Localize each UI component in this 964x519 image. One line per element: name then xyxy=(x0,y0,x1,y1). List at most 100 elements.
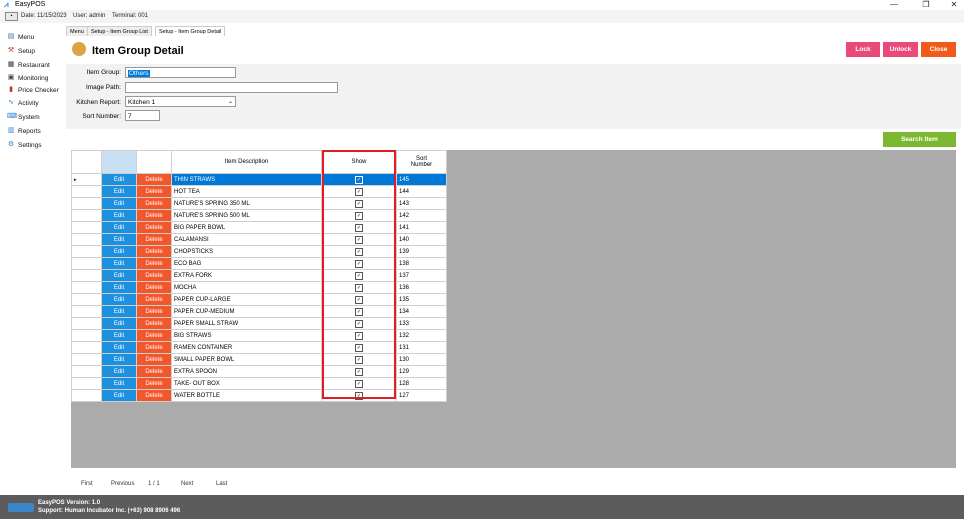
minimize-button[interactable]: — xyxy=(884,0,904,10)
sort-number-cell[interactable]: 128 xyxy=(396,377,447,390)
delete-button[interactable]: Delete xyxy=(136,377,172,390)
show-checkbox[interactable]: ✓ xyxy=(355,175,363,184)
table-row[interactable]: Edit Delete SMALL PAPER BOWL ✓ 130 xyxy=(71,353,447,366)
table-row[interactable]: Edit Delete BIG PAPER BOWL ✓ 141 xyxy=(71,221,447,234)
sort-number-cell[interactable]: 133 xyxy=(396,317,447,330)
table-row[interactable]: Edit Delete EXTRA FORK ✓ 137 xyxy=(71,269,447,282)
first-page-button[interactable]: First xyxy=(81,481,93,487)
item-description-cell[interactable]: THIN STRAWS xyxy=(171,173,322,186)
delete-button[interactable]: Delete xyxy=(136,293,172,306)
table-row[interactable]: Edit Delete NATURE'S SPRING 500 ML ✓ 142 xyxy=(71,209,447,222)
item-description-cell[interactable]: SMALL PAPER BOWL xyxy=(171,353,322,366)
edit-button[interactable]: Edit xyxy=(101,329,137,342)
delete-button[interactable]: Delete xyxy=(136,245,172,258)
sort-number-cell[interactable]: 138 xyxy=(396,257,447,270)
edit-button[interactable]: Edit xyxy=(101,281,137,294)
sidebar-item-menu[interactable]: ▤ Menu xyxy=(7,31,35,43)
show-checkbox[interactable]: ✓ xyxy=(355,295,363,304)
sort-number-cell[interactable]: 144 xyxy=(396,185,447,198)
item-description-cell[interactable]: WATER BOTTLE xyxy=(171,389,322,402)
item-description-cell[interactable]: MOCHA xyxy=(171,281,322,294)
edit-button[interactable]: Edit xyxy=(101,389,137,402)
edit-button[interactable]: Edit xyxy=(101,209,137,222)
sidebar-item-price-checker[interactable]: ▮ Price Checker xyxy=(7,84,59,96)
delete-button[interactable]: Delete xyxy=(136,353,172,366)
sort-number-cell[interactable]: 145 xyxy=(396,173,447,186)
table-row[interactable]: Edit Delete MOCHA ✓ 136 xyxy=(71,281,447,294)
sort-number-cell[interactable]: 132 xyxy=(396,329,447,342)
delete-button[interactable]: Delete xyxy=(136,221,172,234)
delete-button[interactable]: Delete xyxy=(136,281,172,294)
item-description-cell[interactable]: RAMEN CONTAINER xyxy=(171,341,322,354)
sort-number-cell[interactable]: 141 xyxy=(396,221,447,234)
show-checkbox[interactable]: ✓ xyxy=(355,331,363,340)
edit-button[interactable]: Edit xyxy=(101,233,137,246)
collapse-sidebar-button[interactable]: ▪ xyxy=(5,12,18,21)
sort-number-cell[interactable]: 127 xyxy=(396,389,447,402)
delete-button[interactable]: Delete xyxy=(136,197,172,210)
show-checkbox[interactable]: ✓ xyxy=(355,367,363,376)
delete-button[interactable]: Delete xyxy=(136,185,172,198)
sidebar-item-restaurant[interactable]: ▦ Restaurant xyxy=(7,59,50,71)
item-description-cell[interactable]: NATURE'S SPRING 500 ML xyxy=(171,209,322,222)
delete-button[interactable]: Delete xyxy=(136,329,172,342)
item-description-cell[interactable]: EXTRA FORK xyxy=(171,269,322,282)
sort-number-field[interactable]: 7 xyxy=(125,110,160,121)
window-close-button[interactable]: ✕ xyxy=(944,0,964,10)
edit-button[interactable]: Edit xyxy=(101,365,137,378)
item-description-cell[interactable]: CALAMANSI xyxy=(171,233,322,246)
sort-number-cell[interactable]: 135 xyxy=(396,293,447,306)
show-checkbox[interactable]: ✓ xyxy=(355,283,363,292)
table-row[interactable]: Edit Delete CHOPSTICKS ✓ 139 xyxy=(71,245,447,258)
table-row[interactable]: Edit Delete TAKE- OUT BOX ✓ 128 xyxy=(71,377,447,390)
edit-button[interactable]: Edit xyxy=(101,353,137,366)
delete-button[interactable]: Delete xyxy=(136,269,172,282)
image-path-field[interactable] xyxy=(125,82,338,93)
sort-number-cell[interactable]: 137 xyxy=(396,269,447,282)
table-row[interactable]: Edit Delete HOT TEA ✓ 144 xyxy=(71,185,447,198)
sort-number-cell[interactable]: 139 xyxy=(396,245,447,258)
sort-number-cell[interactable]: 142 xyxy=(396,209,447,222)
delete-button[interactable]: Delete xyxy=(136,257,172,270)
table-row[interactable]: Edit Delete BIG STRAWS ✓ 132 xyxy=(71,329,447,342)
search-item-button[interactable]: Search Item xyxy=(883,132,956,147)
table-row[interactable]: Edit Delete PAPER CUP-LARGE ✓ 135 xyxy=(71,293,447,306)
sort-number-cell[interactable]: 129 xyxy=(396,365,447,378)
table-row[interactable]: Edit Delete RAMEN CONTAINER ✓ 131 xyxy=(71,341,447,354)
sidebar-item-setup[interactable]: ⚒ Setup xyxy=(7,45,35,57)
sidebar-item-activity[interactable]: ∿ Activity xyxy=(7,97,39,109)
show-checkbox[interactable]: ✓ xyxy=(355,319,363,328)
table-row[interactable]: Edit Delete ECO BAG ✓ 138 xyxy=(71,257,447,270)
sidebar-item-reports[interactable]: ▥ Reports xyxy=(7,125,41,137)
close-button[interactable]: Close xyxy=(921,42,956,57)
edit-button[interactable]: Edit xyxy=(101,257,137,270)
show-checkbox[interactable]: ✓ xyxy=(355,235,363,244)
item-description-cell[interactable]: EXTRA SPOON xyxy=(171,365,322,378)
edit-button[interactable]: Edit xyxy=(101,377,137,390)
edit-button[interactable]: Edit xyxy=(101,317,137,330)
sidebar-item-monitoring[interactable]: ▣ Monitoring xyxy=(7,72,49,84)
show-checkbox[interactable]: ✓ xyxy=(355,247,363,256)
table-row[interactable]: Edit Delete PAPER SMALL STRAW ✓ 133 xyxy=(71,317,447,330)
item-description-cell[interactable]: TAKE- OUT BOX xyxy=(171,377,322,390)
item-description-cell[interactable]: PAPER SMALL STRAW xyxy=(171,317,322,330)
show-checkbox[interactable]: ✓ xyxy=(355,391,363,400)
show-checkbox[interactable]: ✓ xyxy=(355,187,363,196)
sidebar-item-system[interactable]: ⌨ System xyxy=(7,111,40,123)
delete-button[interactable]: Delete xyxy=(136,305,172,318)
sort-number-cell[interactable]: 134 xyxy=(396,305,447,318)
sort-number-cell[interactable]: 131 xyxy=(396,341,447,354)
edit-button[interactable]: Edit xyxy=(101,269,137,282)
table-row[interactable]: ▸ Edit Delete THIN STRAWS ✓ 145 xyxy=(71,173,447,186)
delete-button[interactable]: Delete xyxy=(136,365,172,378)
table-row[interactable]: Edit Delete CALAMANSI ✓ 140 xyxy=(71,233,447,246)
delete-button[interactable]: Delete xyxy=(136,317,172,330)
show-checkbox[interactable]: ✓ xyxy=(355,271,363,280)
item-description-cell[interactable]: ECO BAG xyxy=(171,257,322,270)
show-checkbox[interactable]: ✓ xyxy=(355,211,363,220)
item-group-field[interactable]: Others xyxy=(125,67,236,78)
sort-number-cell[interactable]: 130 xyxy=(396,353,447,366)
edit-button[interactable]: Edit xyxy=(101,293,137,306)
sidebar-item-settings[interactable]: ⚙ Settings xyxy=(7,139,42,151)
show-checkbox[interactable]: ✓ xyxy=(355,343,363,352)
